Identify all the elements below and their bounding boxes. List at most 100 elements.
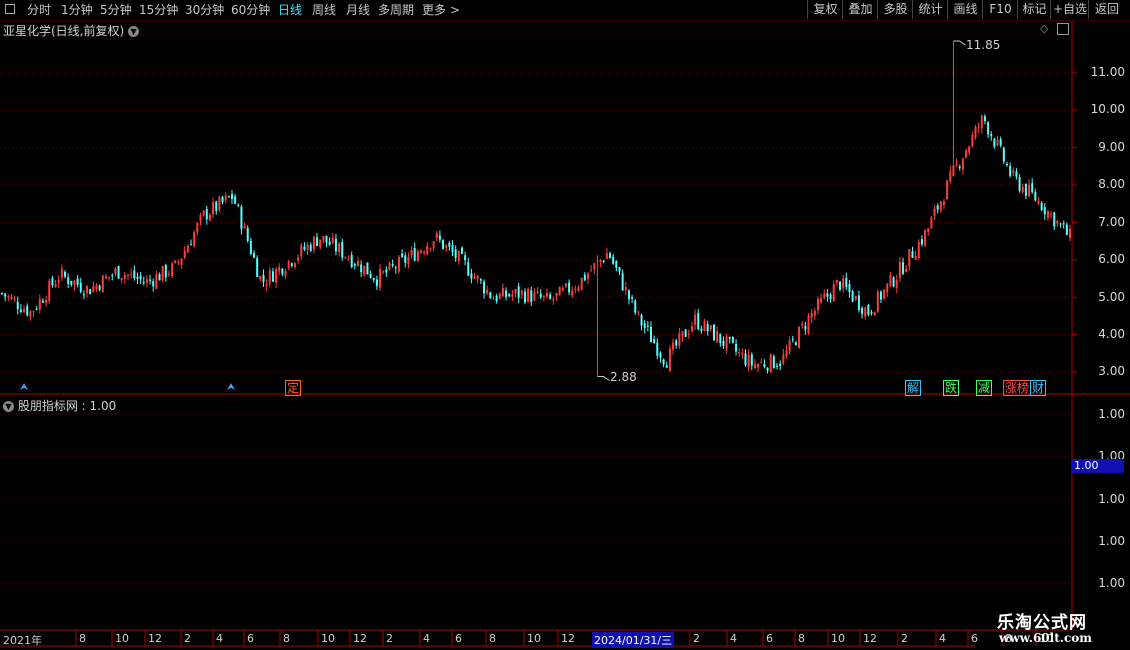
candle-body xyxy=(804,325,807,330)
candle-body xyxy=(13,298,16,300)
candle-body xyxy=(334,238,337,252)
candle-body xyxy=(776,365,779,367)
event-jie[interactable]: 解 xyxy=(905,380,921,396)
period-toolbar: 分时 1分钟 5分钟 15分钟 30分钟 60分钟 日线 周线 月线 多周期 更… xyxy=(0,0,1130,21)
candle-body xyxy=(879,291,882,300)
candle-body xyxy=(681,331,684,337)
window-icon[interactable] xyxy=(5,4,15,14)
candle-body xyxy=(1069,229,1071,239)
candle-body xyxy=(473,276,476,279)
candle-body xyxy=(259,275,262,280)
indicator-y-tick: 1.00 xyxy=(1098,492,1125,506)
candle-body xyxy=(19,309,22,313)
watermark-logo: 乐淘公式网 www.60lt.com xyxy=(975,606,1130,650)
candle-body xyxy=(649,326,652,343)
tab-more[interactable]: 更多 > xyxy=(422,1,460,19)
candle-body xyxy=(133,270,136,279)
candle-body xyxy=(224,195,227,201)
candle-body xyxy=(369,273,372,278)
candle-body xyxy=(719,333,722,343)
multi-stock-button[interactable]: 多股 xyxy=(877,0,913,19)
event-cai[interactable]: 财 xyxy=(1030,380,1046,396)
candle-body xyxy=(145,279,148,283)
tab-monthly[interactable]: 月线 xyxy=(346,1,370,19)
mark-button[interactable]: 标记 xyxy=(1017,0,1051,19)
event-die[interactable]: 跌 xyxy=(943,380,959,396)
tab-30min[interactable]: 30分钟 xyxy=(185,1,224,19)
candle-body xyxy=(939,201,942,211)
event-zhangbang[interactable]: 涨榜 xyxy=(1003,380,1031,396)
tab-15min[interactable]: 15分钟 xyxy=(139,1,178,19)
candle-body xyxy=(237,204,240,206)
candle-body xyxy=(961,158,964,170)
draw-line-button[interactable]: 画线 xyxy=(947,0,983,19)
chevron-down-icon[interactable]: ▼ xyxy=(128,26,140,37)
chevron-down-icon[interactable]: ▼ xyxy=(3,401,14,412)
candle-body xyxy=(212,201,215,215)
candle-body xyxy=(123,274,126,279)
tab-fenshi[interactable]: 分时 xyxy=(27,1,51,19)
candle-body xyxy=(791,338,794,340)
tab-60min[interactable]: 60分钟 xyxy=(231,1,270,19)
candle-body xyxy=(297,257,300,261)
candle-body xyxy=(171,263,174,276)
candle-body xyxy=(968,146,971,153)
chart-canvas[interactable] xyxy=(0,0,1130,650)
candle-body xyxy=(539,293,542,298)
x-tick: 4 xyxy=(216,632,223,645)
candle-body xyxy=(215,201,218,211)
candle-body xyxy=(605,253,608,259)
candle-body xyxy=(101,275,104,293)
candlestick-series[interactable] xyxy=(1,40,1071,381)
layout-toggle-icon[interactable] xyxy=(1057,23,1069,35)
stats-button[interactable]: 统计 xyxy=(912,0,948,19)
candle-body xyxy=(987,122,990,135)
candle-body xyxy=(810,312,813,318)
candle-body xyxy=(716,331,719,343)
y-tick: 8.00 xyxy=(1098,177,1125,191)
back-button[interactable]: 返回 xyxy=(1088,0,1125,19)
candle-body xyxy=(794,342,797,346)
fuquan-button[interactable]: 复权 xyxy=(807,0,843,19)
overlay-button[interactable]: 叠加 xyxy=(842,0,878,19)
high-pointer xyxy=(953,40,966,46)
candle-body xyxy=(413,247,416,261)
diamond-icon[interactable]: ◇ xyxy=(1040,22,1048,35)
event-ding[interactable]: 定 xyxy=(285,380,301,396)
candle-body xyxy=(284,271,287,277)
x-tick: 2 xyxy=(693,632,700,645)
candle-body xyxy=(38,298,41,310)
tab-1min[interactable]: 1分钟 xyxy=(61,1,93,19)
candle-body xyxy=(637,311,640,313)
candle-body xyxy=(678,333,681,346)
tab-multi-period[interactable]: 多周期 xyxy=(378,1,414,19)
candle-body xyxy=(410,249,413,256)
candle-body xyxy=(835,279,838,283)
candle-body xyxy=(952,165,955,177)
candle-body xyxy=(618,267,621,272)
candle-body xyxy=(672,342,675,350)
candle-body xyxy=(483,281,486,294)
f10-button[interactable]: F10 xyxy=(982,0,1018,19)
candle-body xyxy=(230,194,233,199)
candle-body xyxy=(580,277,583,290)
candle-body xyxy=(23,309,26,312)
indicator-title: ▼ 股朋指标网 : 1.00 xyxy=(3,397,116,414)
x-tick: 2 xyxy=(901,632,908,645)
tab-5min[interactable]: 5分钟 xyxy=(100,1,132,19)
candle-body xyxy=(999,139,1002,146)
add-favorite-button[interactable]: +自选 xyxy=(1050,0,1089,19)
candle-body xyxy=(1024,183,1027,196)
candle-body xyxy=(1059,223,1062,225)
x-axis-cursor-date: 2024/01/31/三 xyxy=(592,632,675,648)
up-arrow-icon[interactable]: ⮝ xyxy=(17,381,31,395)
up-arrow-icon[interactable]: ⮝ xyxy=(224,381,238,395)
high-price-label: 11.85 xyxy=(966,38,1001,52)
tab-weekly[interactable]: 周线 xyxy=(312,1,336,19)
candle-body xyxy=(10,296,13,299)
tab-daily[interactable]: 日线 xyxy=(278,1,302,19)
candle-body xyxy=(420,250,423,253)
candle-body xyxy=(86,286,89,293)
event-jian[interactable]: 减 xyxy=(976,380,992,396)
candle-body xyxy=(262,274,265,283)
